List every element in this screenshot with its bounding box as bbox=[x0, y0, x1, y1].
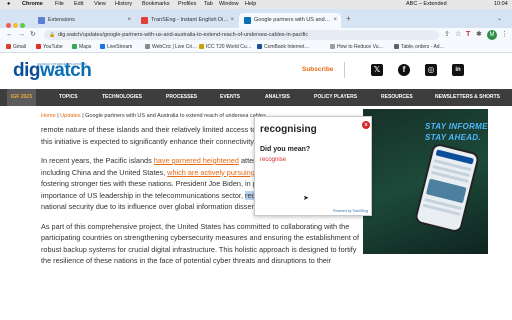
suggestion-link[interactable]: recognise bbox=[260, 157, 286, 163]
bookmark-maps[interactable]: Maps bbox=[72, 42, 91, 53]
browser-tab-strip: Extensions × TranSEng - Instant English … bbox=[0, 9, 512, 28]
nav-igf-2023[interactable]: IGF 2023 bbox=[7, 89, 36, 106]
popup-close-button[interactable]: x bbox=[362, 121, 370, 129]
menu-chrome[interactable]: Chrome bbox=[22, 0, 43, 9]
tab-close-icon[interactable]: × bbox=[127, 13, 131, 28]
bookmark-youtube[interactable]: YouTube bbox=[36, 42, 63, 53]
nav-policy-players[interactable]: POLICY PLAYERS bbox=[310, 89, 361, 106]
apple-menu-icon[interactable]: ● bbox=[7, 0, 10, 9]
tab-extensions[interactable]: Extensions × bbox=[33, 13, 135, 28]
nav-technologies[interactable]: TECHNOLOGIES bbox=[98, 89, 146, 106]
youtube-icon bbox=[36, 44, 41, 49]
profile-avatar[interactable]: M bbox=[487, 30, 497, 40]
transeng-extension-icon[interactable]: T bbox=[466, 28, 470, 42]
share-icon[interactable]: ⇪ bbox=[444, 28, 450, 42]
nav-processes[interactable]: PROCESSES bbox=[162, 89, 201, 106]
lock-icon: 🔒 bbox=[49, 32, 56, 38]
menu-history[interactable]: History bbox=[115, 0, 132, 9]
bookmarks-bar: Gmail YouTube Maps LiveStream WebCric | … bbox=[0, 42, 512, 53]
bookmark-tableau[interactable]: Tableᵢ orders - Ad… bbox=[394, 42, 445, 53]
nav-events[interactable]: EVENTS bbox=[216, 89, 244, 106]
header-divider bbox=[344, 62, 345, 78]
bookmark-livestream[interactable]: LiveStream bbox=[100, 42, 132, 53]
tab-search-chevron-icon[interactable]: ⌄ bbox=[497, 12, 502, 26]
article-link[interactable]: have garnered heightened bbox=[154, 156, 239, 165]
phone-image bbox=[413, 142, 481, 234]
breadcrumb-current: | Google partners with US and Australia … bbox=[80, 113, 272, 119]
sidebar-ad[interactable]: STAY INFORMED. STAY AHEAD. bbox=[363, 109, 488, 254]
powered-by-label[interactable]: Powered by TranSEng bbox=[333, 209, 368, 213]
menu-window[interactable]: Window bbox=[219, 0, 239, 9]
bookmark-combank[interactable]: ComBank Internet… bbox=[257, 42, 309, 53]
macos-menubar: ● Chrome File Edit View History Bookmark… bbox=[0, 0, 512, 9]
bookmark-webcric[interactable]: WebCric | Live Cri… bbox=[145, 42, 197, 53]
new-tab-icon[interactable]: + bbox=[346, 12, 351, 26]
bookmark-reduce[interactable]: How to Reduce Vu… bbox=[330, 42, 384, 53]
menu-edit[interactable]: Edit bbox=[74, 0, 83, 9]
forward-arrow-icon[interactable]: → bbox=[18, 28, 25, 42]
combank-icon bbox=[257, 44, 262, 49]
x-twitter-icon[interactable]: 𝕏 bbox=[371, 64, 383, 76]
browser-toolbar: ← → ↻ 🔒 dig.watch/updates/google-partner… bbox=[0, 28, 512, 42]
webcric-icon bbox=[145, 44, 150, 49]
tab-transeng[interactable]: TranSEng - Instant English Di… × bbox=[136, 13, 238, 28]
bookmark-icc[interactable]: ICC T20 World Cu… bbox=[199, 42, 252, 53]
clock: 10:04 bbox=[494, 1, 508, 7]
gmail-icon bbox=[6, 44, 11, 49]
digwatch-favicon-icon bbox=[244, 17, 251, 24]
menu-profiles[interactable]: Profiles bbox=[178, 0, 196, 9]
breadcrumb-updates[interactable]: Updates bbox=[60, 113, 81, 119]
nav-resources[interactable]: RESOURCES bbox=[377, 89, 417, 106]
address-bar[interactable]: 🔒 dig.watch/updates/google-partners-with… bbox=[44, 30, 439, 40]
nav-analysis[interactable]: ANALYSIS bbox=[261, 89, 294, 106]
tab-close-icon[interactable]: × bbox=[230, 13, 234, 28]
facebook-icon[interactable]: f bbox=[398, 64, 410, 76]
mouse-cursor-icon: ➤ bbox=[303, 195, 309, 202]
menu-tab[interactable]: Tab bbox=[204, 0, 213, 9]
instagram-icon[interactable]: ◎ bbox=[425, 64, 437, 76]
bookmark-star-icon[interactable]: ☆ bbox=[455, 28, 461, 42]
tableau-icon bbox=[394, 44, 399, 49]
menu-file[interactable]: File bbox=[55, 0, 64, 9]
livestream-icon bbox=[100, 44, 105, 49]
popup-word: recognising bbox=[260, 124, 317, 135]
more-menu-icon[interactable]: ⋮ bbox=[501, 28, 508, 42]
extensions-puzzle-icon[interactable]: ✱ bbox=[476, 28, 482, 42]
transeng-favicon-icon bbox=[141, 17, 148, 24]
icc-icon bbox=[199, 44, 204, 49]
tab-google-partners[interactable]: Google partners with US and… × bbox=[239, 13, 341, 28]
subscribe-link[interactable]: Subscribe bbox=[302, 66, 333, 73]
nav-newsletters-shorts[interactable]: NEWSLETTERS & SHORTS bbox=[431, 89, 504, 106]
bookmark-gmail[interactable]: Gmail bbox=[6, 42, 26, 53]
document-icon bbox=[330, 44, 335, 49]
nav-topics[interactable]: TOPICS bbox=[55, 89, 82, 106]
ad-headline-2: STAY AHEAD. bbox=[425, 133, 481, 142]
maps-icon bbox=[72, 44, 77, 49]
breadcrumb-home[interactable]: Home bbox=[41, 113, 56, 119]
menu-bookmarks[interactable]: Bookmarks bbox=[142, 0, 170, 9]
puzzle-icon bbox=[38, 17, 45, 24]
did-you-mean-label: Did you mean? bbox=[260, 146, 311, 153]
article-paragraph: As part of this comprehensive project, t… bbox=[41, 221, 359, 266]
logo-tagline: GENEVA INTERNET PLATFORM bbox=[37, 62, 87, 66]
linkedin-icon[interactable]: in bbox=[452, 64, 464, 76]
translation-popup: recognising x Did you mean? recognise ➤ … bbox=[254, 116, 372, 216]
main-nav: IGF 2023 TOPICS TECHNOLOGIES PROCESSES E… bbox=[0, 89, 512, 106]
tab-close-icon[interactable]: × bbox=[333, 13, 337, 28]
ad-headline-1: STAY INFORMED. bbox=[425, 122, 488, 131]
menu-view[interactable]: View bbox=[94, 0, 106, 9]
url-text: dig.watch/updates/google-partners-with-u… bbox=[58, 32, 309, 38]
menu-help[interactable]: Help bbox=[245, 0, 256, 9]
site-header: digwatch GENEVA INTERNET PLATFORM Subscr… bbox=[0, 53, 512, 89]
reload-icon[interactable]: ↻ bbox=[30, 28, 36, 42]
input-source-indicator[interactable]: ABC – Extended bbox=[406, 0, 447, 9]
back-arrow-icon[interactable]: ← bbox=[6, 28, 13, 42]
